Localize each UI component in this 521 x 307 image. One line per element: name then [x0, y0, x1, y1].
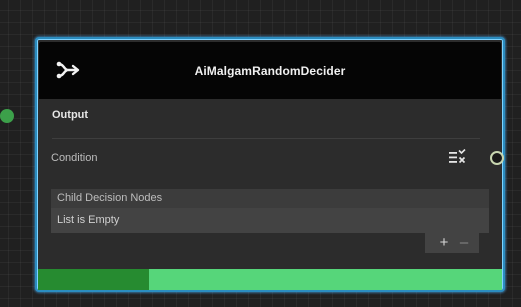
section-divider — [52, 138, 480, 139]
output-port-label: Output — [52, 109, 89, 121]
progress-bar-fill — [38, 269, 150, 290]
list-empty-message: List is Empty — [51, 208, 489, 233]
progress-bar — [38, 269, 502, 290]
node-header[interactable]: AiMalgamRandomDecider — [39, 42, 501, 99]
child-decision-nodes-header: Child Decision Nodes — [51, 189, 489, 208]
decider-node[interactable]: AiMalgamRandomDecider — [35, 37, 505, 292]
condition-port[interactable] — [490, 151, 504, 165]
node-title: AiMalgamRandomDecider — [194, 64, 346, 78]
add-item-button[interactable]: + — [436, 234, 452, 252]
condition-list-check-icon[interactable] — [448, 149, 466, 165]
output-port[interactable] — [0, 109, 14, 123]
condition-label: Condition — [51, 152, 98, 164]
remove-item-button[interactable]: – — [456, 234, 472, 252]
